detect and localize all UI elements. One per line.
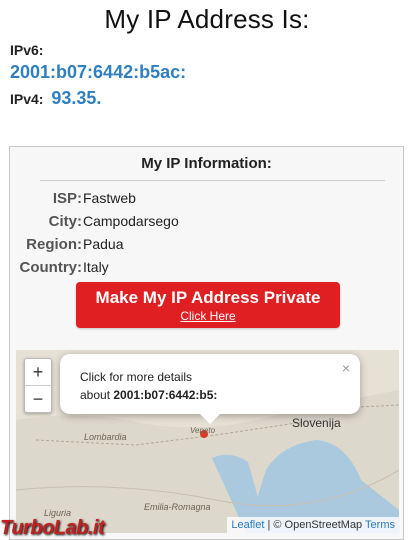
country-key: Country: (19, 259, 83, 276)
location-map[interactable]: + − × Click for more details about 2001:… (16, 350, 399, 533)
map-attribution: Leaflet | © OpenStreetMap Terms (227, 517, 399, 533)
ip-info-panel: My IP Information: ISP: Fastweb City: Ca… (9, 146, 404, 540)
city-value: Campodarsego (83, 213, 179, 229)
country-value: Italy (83, 259, 109, 275)
ipv6-label: IPv6: (10, 42, 44, 58)
popup-ip-text: 2001:b07:6442:b5: (113, 388, 218, 402)
map-popup[interactable]: × Click for more details about 2001:b07:… (60, 354, 360, 424)
map-label-veneto: Veneto (190, 426, 216, 435)
popup-line2: about 2001:b07:6442:b5: (80, 388, 217, 402)
cta-main-label: Make My IP Address Private (95, 288, 321, 307)
watermark-logo: TurboLab.it (0, 517, 105, 539)
divider (40, 180, 385, 181)
ipv4-label: IPv4: (10, 91, 44, 107)
map-label-emilia-romagna: Emilia-Romagna (144, 502, 211, 512)
popup-tip (200, 414, 220, 424)
region-value: Padua (83, 236, 124, 252)
info-row-region: Region: Padua (10, 236, 403, 256)
region-key: Region: (26, 236, 82, 253)
ipv4-address: 93.35. (51, 88, 102, 108)
popup-line1: Click for more details (80, 370, 193, 384)
zoom-out-button[interactable]: − (25, 385, 51, 412)
info-row-city: City: Campodarsego (10, 213, 403, 233)
popup-about-text: about (80, 388, 114, 402)
make-ip-private-button[interactable]: Make My IP Address Private Click Here (76, 282, 340, 328)
city-key: City: (48, 213, 82, 230)
isp-key: ISP: (52, 190, 82, 207)
terms-link[interactable]: Terms (365, 519, 395, 531)
ipv6-address: 2001:b07:6442:b5ac: (10, 62, 187, 82)
info-row-country: Country: Italy (10, 259, 403, 279)
map-label-lombardia: Lombardia (84, 432, 127, 442)
isp-value: Fastweb (83, 190, 136, 206)
page-title: My IP Address Is: (104, 4, 310, 34)
zoom-in-button[interactable]: + (25, 359, 51, 385)
map-label-slovenija: Slovenija (292, 416, 341, 430)
ip-info-heading: My IP Information: (141, 155, 272, 172)
close-icon[interactable]: × (342, 360, 350, 376)
osm-attribution: | © OpenStreetMap (264, 519, 366, 531)
zoom-control: + − (24, 358, 52, 413)
ipv4-line: IPv4: 93.35. (10, 88, 101, 109)
leaflet-link[interactable]: Leaflet (231, 519, 264, 531)
info-row-isp: ISP: Fastweb (10, 190, 403, 210)
cta-click-here-link[interactable]: Click Here (76, 309, 340, 323)
